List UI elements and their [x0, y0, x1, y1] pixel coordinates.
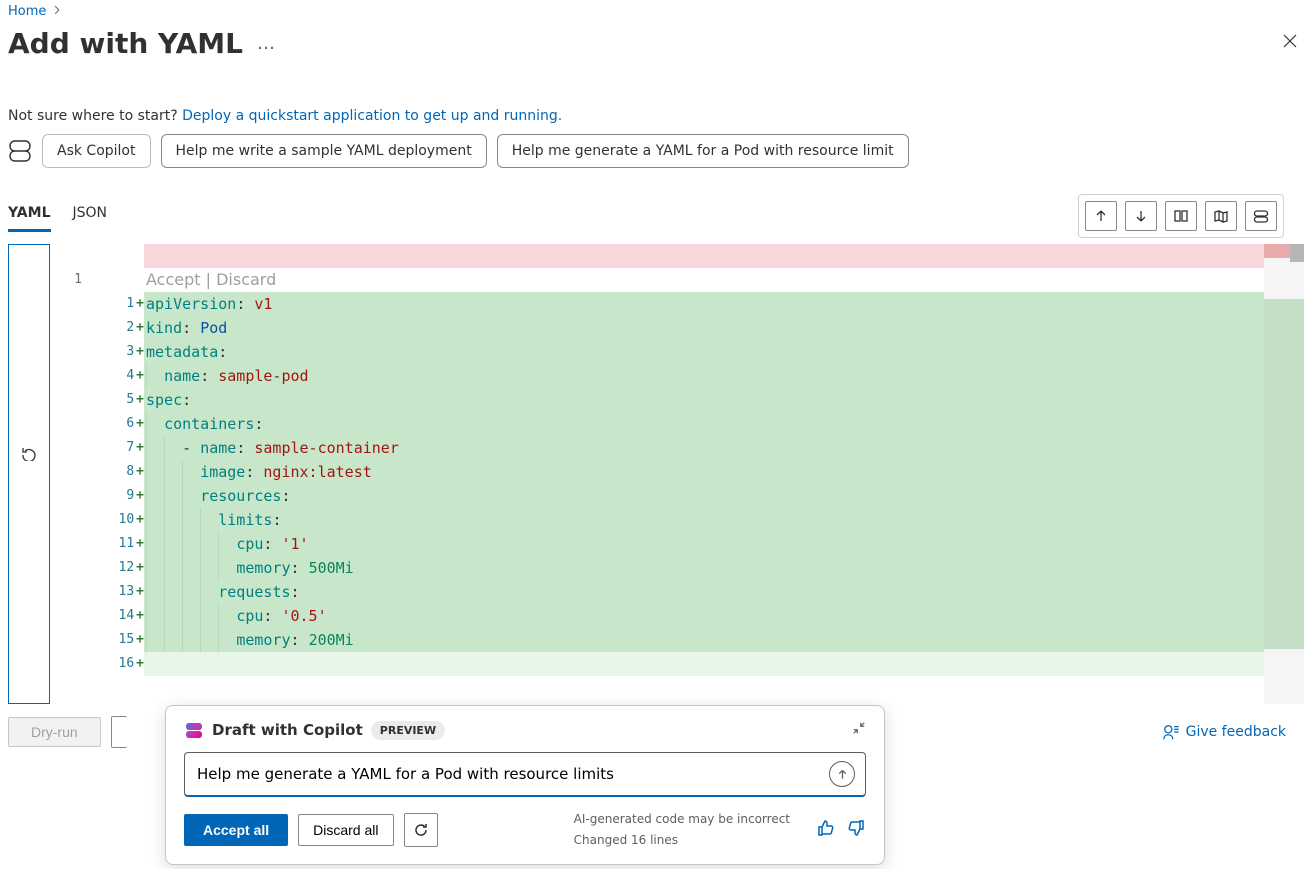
thumbs-down-icon[interactable] — [846, 818, 866, 842]
copilot-logo-icon — [184, 720, 204, 740]
breadcrumb-home[interactable]: Home — [8, 4, 46, 19]
side-by-side-button[interactable] — [1165, 201, 1197, 231]
ai-disclaimer: AI-generated code may be incorrect — [574, 809, 790, 829]
collapse-icon[interactable] — [852, 721, 866, 739]
editor-left-gutter — [8, 244, 50, 704]
help-line: Not sure where to start? Deploy a quicks… — [8, 108, 1304, 124]
give-feedback-label: Give feedback — [1186, 724, 1286, 740]
ask-copilot-button[interactable]: Ask Copilot — [42, 134, 151, 168]
suggestion-1[interactable]: Help me write a sample YAML deployment — [161, 134, 487, 168]
copilot-card-title: Draft with Copilot — [212, 721, 363, 739]
dry-run-button[interactable]: Dry-run — [8, 717, 101, 747]
tab-yaml[interactable]: YAML — [8, 201, 51, 232]
truncated-button[interactable] — [111, 716, 127, 748]
copilot-draft-card: Draft with Copilot PREVIEW Accept all Di… — [165, 705, 885, 865]
copilot-toolbar-button[interactable] — [1245, 201, 1277, 231]
thumbs-up-icon[interactable] — [816, 818, 836, 842]
suggestion-2[interactable]: Help me generate a YAML for a Pod with r… — [497, 134, 909, 168]
page-title: Add with YAML — [8, 27, 243, 60]
download-button[interactable] — [1125, 201, 1157, 231]
tab-json[interactable]: JSON — [73, 201, 108, 232]
regenerate-button[interactable] — [404, 813, 438, 847]
upload-button[interactable] — [1085, 201, 1117, 231]
copilot-prompt-input[interactable] — [195, 764, 821, 784]
undo-icon[interactable] — [21, 445, 37, 465]
editor-toolbar — [1078, 194, 1284, 238]
give-feedback-link[interactable]: Give feedback — [1162, 723, 1286, 741]
code-editor[interactable]: 1Accept | Discard1+apiVersion: v12+kind:… — [50, 244, 1264, 704]
copilot-icon — [8, 137, 32, 165]
format-tabs: YAML JSON — [8, 201, 107, 232]
chevron-right-icon — [52, 4, 62, 19]
send-button[interactable] — [829, 761, 855, 787]
change-summary: Changed 16 lines — [574, 830, 790, 850]
preview-badge: PREVIEW — [371, 721, 445, 740]
minimap[interactable] — [1264, 244, 1304, 704]
close-button[interactable] — [1276, 27, 1304, 60]
more-button[interactable]: … — [257, 33, 277, 54]
map-view-button[interactable] — [1205, 201, 1237, 231]
breadcrumb: Home — [8, 4, 1304, 19]
accept-all-button[interactable]: Accept all — [184, 814, 288, 846]
quickstart-link[interactable]: Deploy a quickstart application to get u… — [182, 108, 562, 124]
help-lead: Not sure where to start? — [8, 108, 182, 124]
discard-all-button[interactable]: Discard all — [298, 814, 393, 846]
